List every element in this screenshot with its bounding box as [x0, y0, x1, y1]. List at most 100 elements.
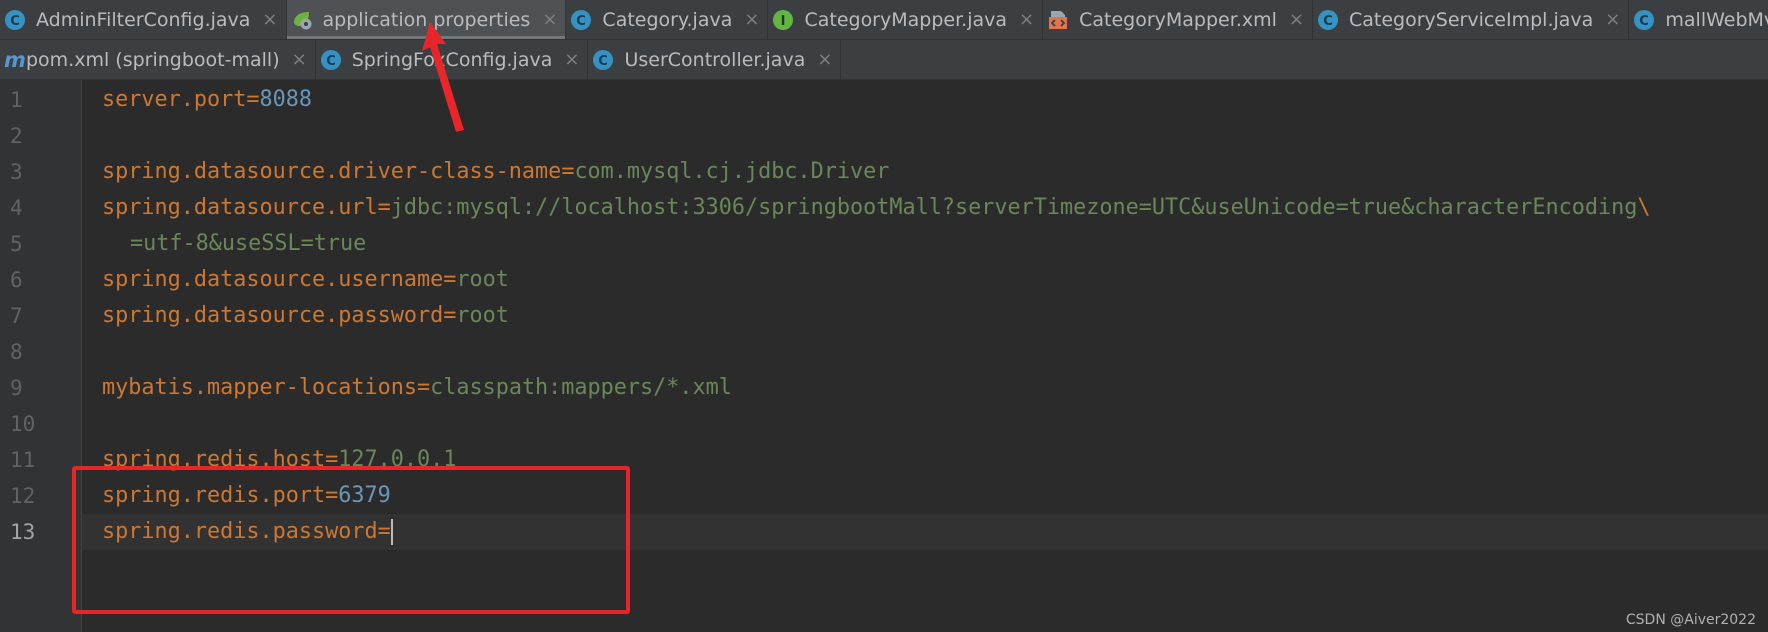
property-value: =utf-8&useSSL=true: [130, 231, 367, 256]
tab-label: CategoryMapper.java: [804, 9, 1008, 31]
code-line[interactable]: mybatis.mapper-locations=classpath:mappe…: [102, 370, 732, 406]
editor-tab-bar-row-2: m pom.xml (springboot-mall) × C SpringFoxCon…: [0, 40, 1768, 80]
svg-text:I: I: [781, 14, 786, 29]
close-icon[interactable]: ×: [292, 40, 307, 79]
svg-text:C: C: [10, 14, 20, 29]
close-icon[interactable]: ×: [744, 0, 759, 39]
equals-sign: =: [443, 267, 457, 292]
close-icon[interactable]: ×: [817, 40, 832, 79]
property-key: spring.datasource.password: [102, 303, 444, 328]
line-number: 10: [10, 412, 36, 436]
property-key: spring.redis.port: [102, 483, 326, 508]
property-value: classpath:mappers/*.xml: [430, 375, 732, 400]
class-icon: C: [4, 9, 26, 31]
code-editor[interactable]: 1 2 3 4 5 6 7 8 9 10 11 12 13 server.port=8088 spring…: [0, 80, 1768, 632]
line-number: 4: [10, 196, 23, 220]
editor-tab-bar-row-1: C AdminFilterConfig.java × application.prop…: [0, 0, 1768, 40]
property-key: spring.datasource.username: [102, 267, 444, 292]
tab-label: SpringFoxConfig.java: [351, 49, 553, 71]
close-icon[interactable]: ×: [1289, 0, 1304, 39]
tab-label: CategoryServiceImpl.java: [1348, 9, 1594, 31]
tab-springfoxconfig-java[interactable]: C SpringFoxConfig.java ×: [316, 40, 589, 79]
line-number: 12: [10, 484, 36, 508]
tab-label: UserController.java: [624, 49, 806, 71]
line-number: 7: [10, 304, 23, 328]
equals-sign: =: [325, 483, 339, 508]
svg-text:C: C: [599, 54, 609, 69]
tab-application-properties[interactable]: application.properties ×: [286, 0, 567, 39]
code-line[interactable]: spring.datasource.username=root: [102, 262, 509, 298]
code-line[interactable]: =utf-8&useSSL=true: [130, 226, 366, 262]
code-line[interactable]: spring.datasource.driver-class-name=com.…: [102, 154, 889, 190]
close-icon[interactable]: ×: [262, 0, 277, 39]
tab-pom-xml-springboot-mall[interactable]: m pom.xml (springboot-mall) ×: [0, 40, 316, 79]
property-key: mybatis.mapper-locations: [102, 375, 417, 400]
line-number: 6: [10, 268, 23, 292]
tab-label: Category.java: [602, 9, 733, 31]
close-icon[interactable]: ×: [1605, 0, 1620, 39]
tab-label: pom.xml (springboot-mall): [26, 49, 280, 71]
tab-categoryserviceimpl-java[interactable]: C CategoryServiceImpl.java ×: [1313, 0, 1630, 39]
xml-icon: [1047, 9, 1069, 31]
code-line[interactable]: server.port=8088: [102, 82, 312, 118]
tab-categorymapper-xml[interactable]: CategoryMapper.xml ×: [1043, 0, 1313, 39]
svg-text:C: C: [577, 14, 587, 29]
maven-icon: m: [4, 48, 26, 72]
equals-sign: =: [416, 375, 431, 400]
property-key: spring.redis.host: [102, 447, 326, 472]
property-value: jdbc:mysql://localhost:3306/springbootMa…: [390, 195, 1638, 220]
code-line[interactable]: spring.redis.host=127.0.0.1: [102, 442, 456, 478]
spring-properties-icon: [291, 9, 313, 31]
tab-category-java[interactable]: C Category.java ×: [566, 0, 769, 39]
equals-sign: =: [443, 303, 457, 328]
line-number: 8: [10, 340, 23, 364]
class-icon: C: [1317, 9, 1339, 31]
equals-sign: =: [325, 447, 339, 472]
property-key: server.port: [102, 87, 247, 112]
tab-mallwebmvcconfig-java[interactable]: CmallWebMvcConfig.java×: [1629, 0, 1768, 39]
code-line[interactable]: spring.datasource.url=jdbc:mysql://local…: [102, 190, 1651, 226]
property-value: 8088: [259, 87, 312, 112]
tab-usercontroller-java[interactable]: C UserController.java ×: [588, 40, 842, 79]
line-number: 11: [10, 448, 36, 472]
close-icon[interactable]: ×: [1019, 0, 1034, 39]
close-icon[interactable]: ×: [564, 40, 579, 79]
property-value: root: [456, 303, 509, 328]
class-icon: C: [570, 9, 592, 31]
interface-icon: I: [772, 9, 794, 31]
equals-sign: =: [561, 159, 575, 184]
property-key: spring.redis.password: [102, 519, 378, 544]
svg-text:C: C: [1323, 14, 1333, 29]
tab-label: mallWebMvcConfig.java: [1665, 9, 1768, 31]
line-number: 9: [10, 376, 23, 400]
line-number: 5: [10, 232, 23, 256]
property-key: spring.datasource.url: [102, 195, 378, 220]
line-number: 3: [10, 160, 23, 184]
property-value: root: [456, 267, 509, 292]
equals-sign: =: [246, 87, 260, 112]
line-continuation: \: [1637, 195, 1651, 220]
close-icon[interactable]: ×: [542, 0, 557, 39]
equals-sign: =: [377, 195, 391, 220]
svg-text:C: C: [1640, 14, 1650, 29]
line-number: 2: [10, 124, 23, 148]
class-icon: C: [1633, 9, 1655, 31]
text-caret: [390, 519, 393, 545]
class-icon: C: [320, 49, 342, 71]
line-number: 13: [10, 520, 36, 544]
svg-text:C: C: [326, 54, 336, 69]
tab-categorymapper-java[interactable]: I CategoryMapper.java ×: [768, 0, 1044, 39]
property-value: 127.0.0.1: [338, 447, 457, 472]
line-number-gutter: 1 2 3 4 5 6 7 8 9 10 11 12 13: [0, 80, 82, 632]
code-line[interactable]: spring.redis.password=: [102, 514, 393, 550]
code-line[interactable]: spring.redis.port=6379: [102, 478, 391, 514]
watermark: CSDN @Aiver2022: [1625, 612, 1756, 628]
tab-adminfilterconfig-java[interactable]: C AdminFilterConfig.java ×: [0, 0, 287, 39]
line-number: 1: [10, 88, 23, 112]
tab-label: application.properties: [322, 9, 531, 31]
equals-sign: =: [377, 519, 391, 544]
property-value: com.mysql.cj.jdbc.Driver: [574, 159, 890, 184]
property-value: 6379: [338, 483, 391, 508]
code-line[interactable]: spring.datasource.password=root: [102, 298, 509, 334]
tab-label: AdminFilterConfig.java: [36, 9, 251, 31]
